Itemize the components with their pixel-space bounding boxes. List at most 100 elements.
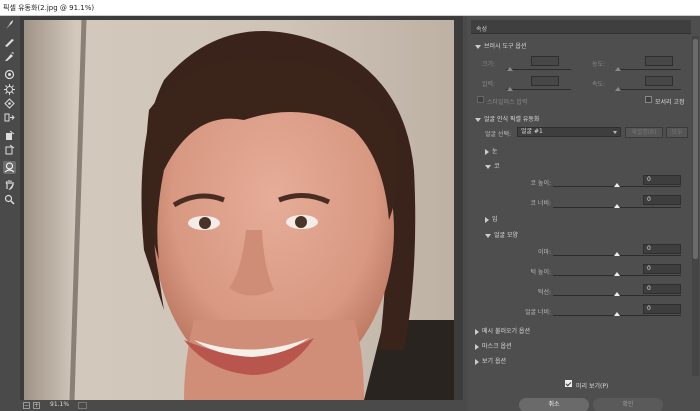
photo-preview[interactable]: [24, 20, 454, 400]
size-slider-thumb[interactable]: [507, 67, 513, 71]
mouth-subsection[interactable]: 입: [485, 214, 498, 223]
zoom-in-button[interactable]: +: [33, 402, 40, 409]
stylus-pressure-label: 스타일러스 압력: [487, 99, 528, 106]
forward-warp-tool-icon[interactable]: [3, 18, 16, 31]
size-label: 크기:: [481, 61, 495, 68]
portrait-image: [24, 20, 454, 400]
preview-checkbox[interactable]: [565, 380, 572, 387]
panel-title: 속성: [476, 26, 488, 33]
forehead-thumb[interactable]: [614, 252, 620, 256]
reset-button[interactable]: 재설정(R): [625, 127, 663, 138]
face-shape-subsection[interactable]: 얼굴 모양: [485, 230, 518, 239]
window-title: 픽셀 유동화(2.jpg @ 91.1%): [3, 4, 95, 12]
nose-width-thumb[interactable]: [614, 204, 620, 208]
zoom-out-button[interactable]: −: [23, 402, 30, 409]
pin-edges-label: 모서리 고정: [655, 99, 685, 106]
panel-body: 브러시 도구 옵션 크기: 농도: 압력: 속도: 스타일러스 압력 모서리 고…: [471, 36, 691, 376]
subsection-label: 얼굴 모양: [494, 232, 518, 239]
panel-header: 속성: [471, 20, 691, 34]
preview-canvas-area[interactable]: [20, 16, 463, 400]
face-select-dropdown[interactable]: 얼굴 #1: [517, 127, 621, 137]
chin-height-thumb[interactable]: [614, 272, 620, 276]
nose-height-label: 코 높이:: [530, 180, 552, 187]
jawline-field[interactable]: 0: [643, 284, 681, 294]
freeze-mask-tool-icon[interactable]: [3, 129, 16, 142]
push-left-tool-icon[interactable]: [3, 111, 16, 124]
subsection-label: 코: [494, 163, 500, 170]
face-select-label: 얼굴 선택:: [484, 131, 511, 138]
section-label: 브러시 도구 옵션: [484, 43, 527, 50]
zoom-dropdown[interactable]: [78, 402, 87, 409]
rate-field[interactable]: [645, 76, 673, 86]
size-field[interactable]: [531, 56, 559, 66]
brush-options-header[interactable]: 브러시 도구 옵션: [475, 41, 526, 50]
face-aware-header[interactable]: 얼굴 인식 픽셀 유동화: [475, 114, 539, 123]
jawline-label: 턱선:: [537, 289, 551, 296]
zoom-level: 91.1%: [50, 401, 70, 408]
pucker-tool-icon[interactable]: [3, 83, 16, 96]
nose-height-field[interactable]: 0: [643, 175, 681, 185]
chin-height-label: 턱 높이:: [530, 269, 552, 276]
thaw-mask-tool-icon[interactable]: [3, 143, 16, 156]
size-slider[interactable]: [506, 69, 571, 70]
all-button[interactable]: 모두: [666, 127, 688, 138]
rate-slider[interactable]: [616, 89, 681, 90]
nose-width-label: 코 너비:: [530, 200, 552, 207]
face-width-field[interactable]: 0: [643, 304, 681, 314]
load-mesh-options-header[interactable]: 메시 불러오기 옵션: [475, 326, 530, 335]
mask-options-header[interactable]: 마스크 옵션: [475, 341, 512, 350]
collapse-icon: [475, 343, 479, 350]
reconstruct-tool-icon[interactable]: [3, 36, 16, 49]
scrollbar-thumb[interactable]: [693, 39, 698, 259]
forehead-field[interactable]: 0: [643, 244, 681, 254]
dialog-footer: 미리 보기(P) 취소 확인: [471, 376, 699, 411]
expand-icon: [485, 233, 491, 238]
pressure-field[interactable]: [531, 76, 559, 86]
density-label: 농도:: [591, 61, 605, 68]
liquify-dialog: 픽셀 유동화(2.jpg @ 91.1%) − + 91.1% 속성 브러시 도…: [0, 0, 700, 411]
face-width-thumb[interactable]: [614, 312, 620, 316]
expand-icon: [485, 164, 491, 169]
collapse-icon: [485, 216, 489, 223]
panel-scrollbar[interactable]: [692, 36, 699, 376]
hand-tool-icon[interactable]: [3, 178, 16, 191]
section-label: 보기 옵션: [482, 358, 506, 365]
view-options-header[interactable]: 보기 옵션: [475, 356, 506, 365]
face-tool-icon[interactable]: [3, 161, 16, 174]
zoom-tool-icon[interactable]: [3, 193, 16, 206]
liquify-toolbar: [0, 16, 20, 411]
density-field[interactable]: [645, 56, 673, 66]
smooth-tool-icon[interactable]: [3, 50, 16, 63]
title-bar: 픽셀 유동화(2.jpg @ 91.1%): [0, 0, 700, 16]
density-slider[interactable]: [616, 69, 681, 70]
twirl-clockwise-tool-icon[interactable]: [3, 68, 16, 81]
rate-label: 속도:: [591, 81, 605, 88]
collapse-icon: [485, 148, 489, 155]
stylus-pressure-checkbox[interactable]: [477, 96, 484, 103]
collapse-icon: [475, 328, 479, 335]
cancel-button[interactable]: 취소: [519, 398, 589, 411]
expand-icon: [475, 44, 481, 49]
rate-slider-thumb[interactable]: [615, 87, 621, 91]
pressure-label: 압력:: [481, 81, 495, 88]
pressure-slider-thumb[interactable]: [507, 87, 513, 91]
collapse-icon: [475, 358, 479, 365]
bloat-tool-icon[interactable]: [3, 97, 16, 110]
chin-height-field[interactable]: 0: [643, 264, 681, 274]
pin-edges-checkbox[interactable]: [645, 96, 652, 103]
nose-subsection[interactable]: 코: [485, 161, 500, 170]
nose-height-thumb[interactable]: [614, 183, 620, 187]
nose-width-field[interactable]: 0: [643, 195, 681, 205]
pressure-slider[interactable]: [506, 89, 571, 90]
ok-button[interactable]: 확인: [593, 398, 663, 411]
face-width-label: 얼굴 너비:: [524, 309, 551, 316]
jawline-thumb[interactable]: [614, 292, 620, 296]
eyes-subsection[interactable]: 눈: [485, 146, 498, 155]
expand-icon: [475, 117, 481, 122]
section-label: 마스크 옵션: [482, 343, 512, 350]
section-label: 메시 불러오기 옵션: [482, 328, 530, 335]
status-bar: − + 91.1%: [20, 400, 463, 411]
subsection-label: 입: [492, 216, 498, 223]
density-slider-thumb[interactable]: [615, 67, 621, 71]
subsection-label: 눈: [492, 148, 498, 155]
